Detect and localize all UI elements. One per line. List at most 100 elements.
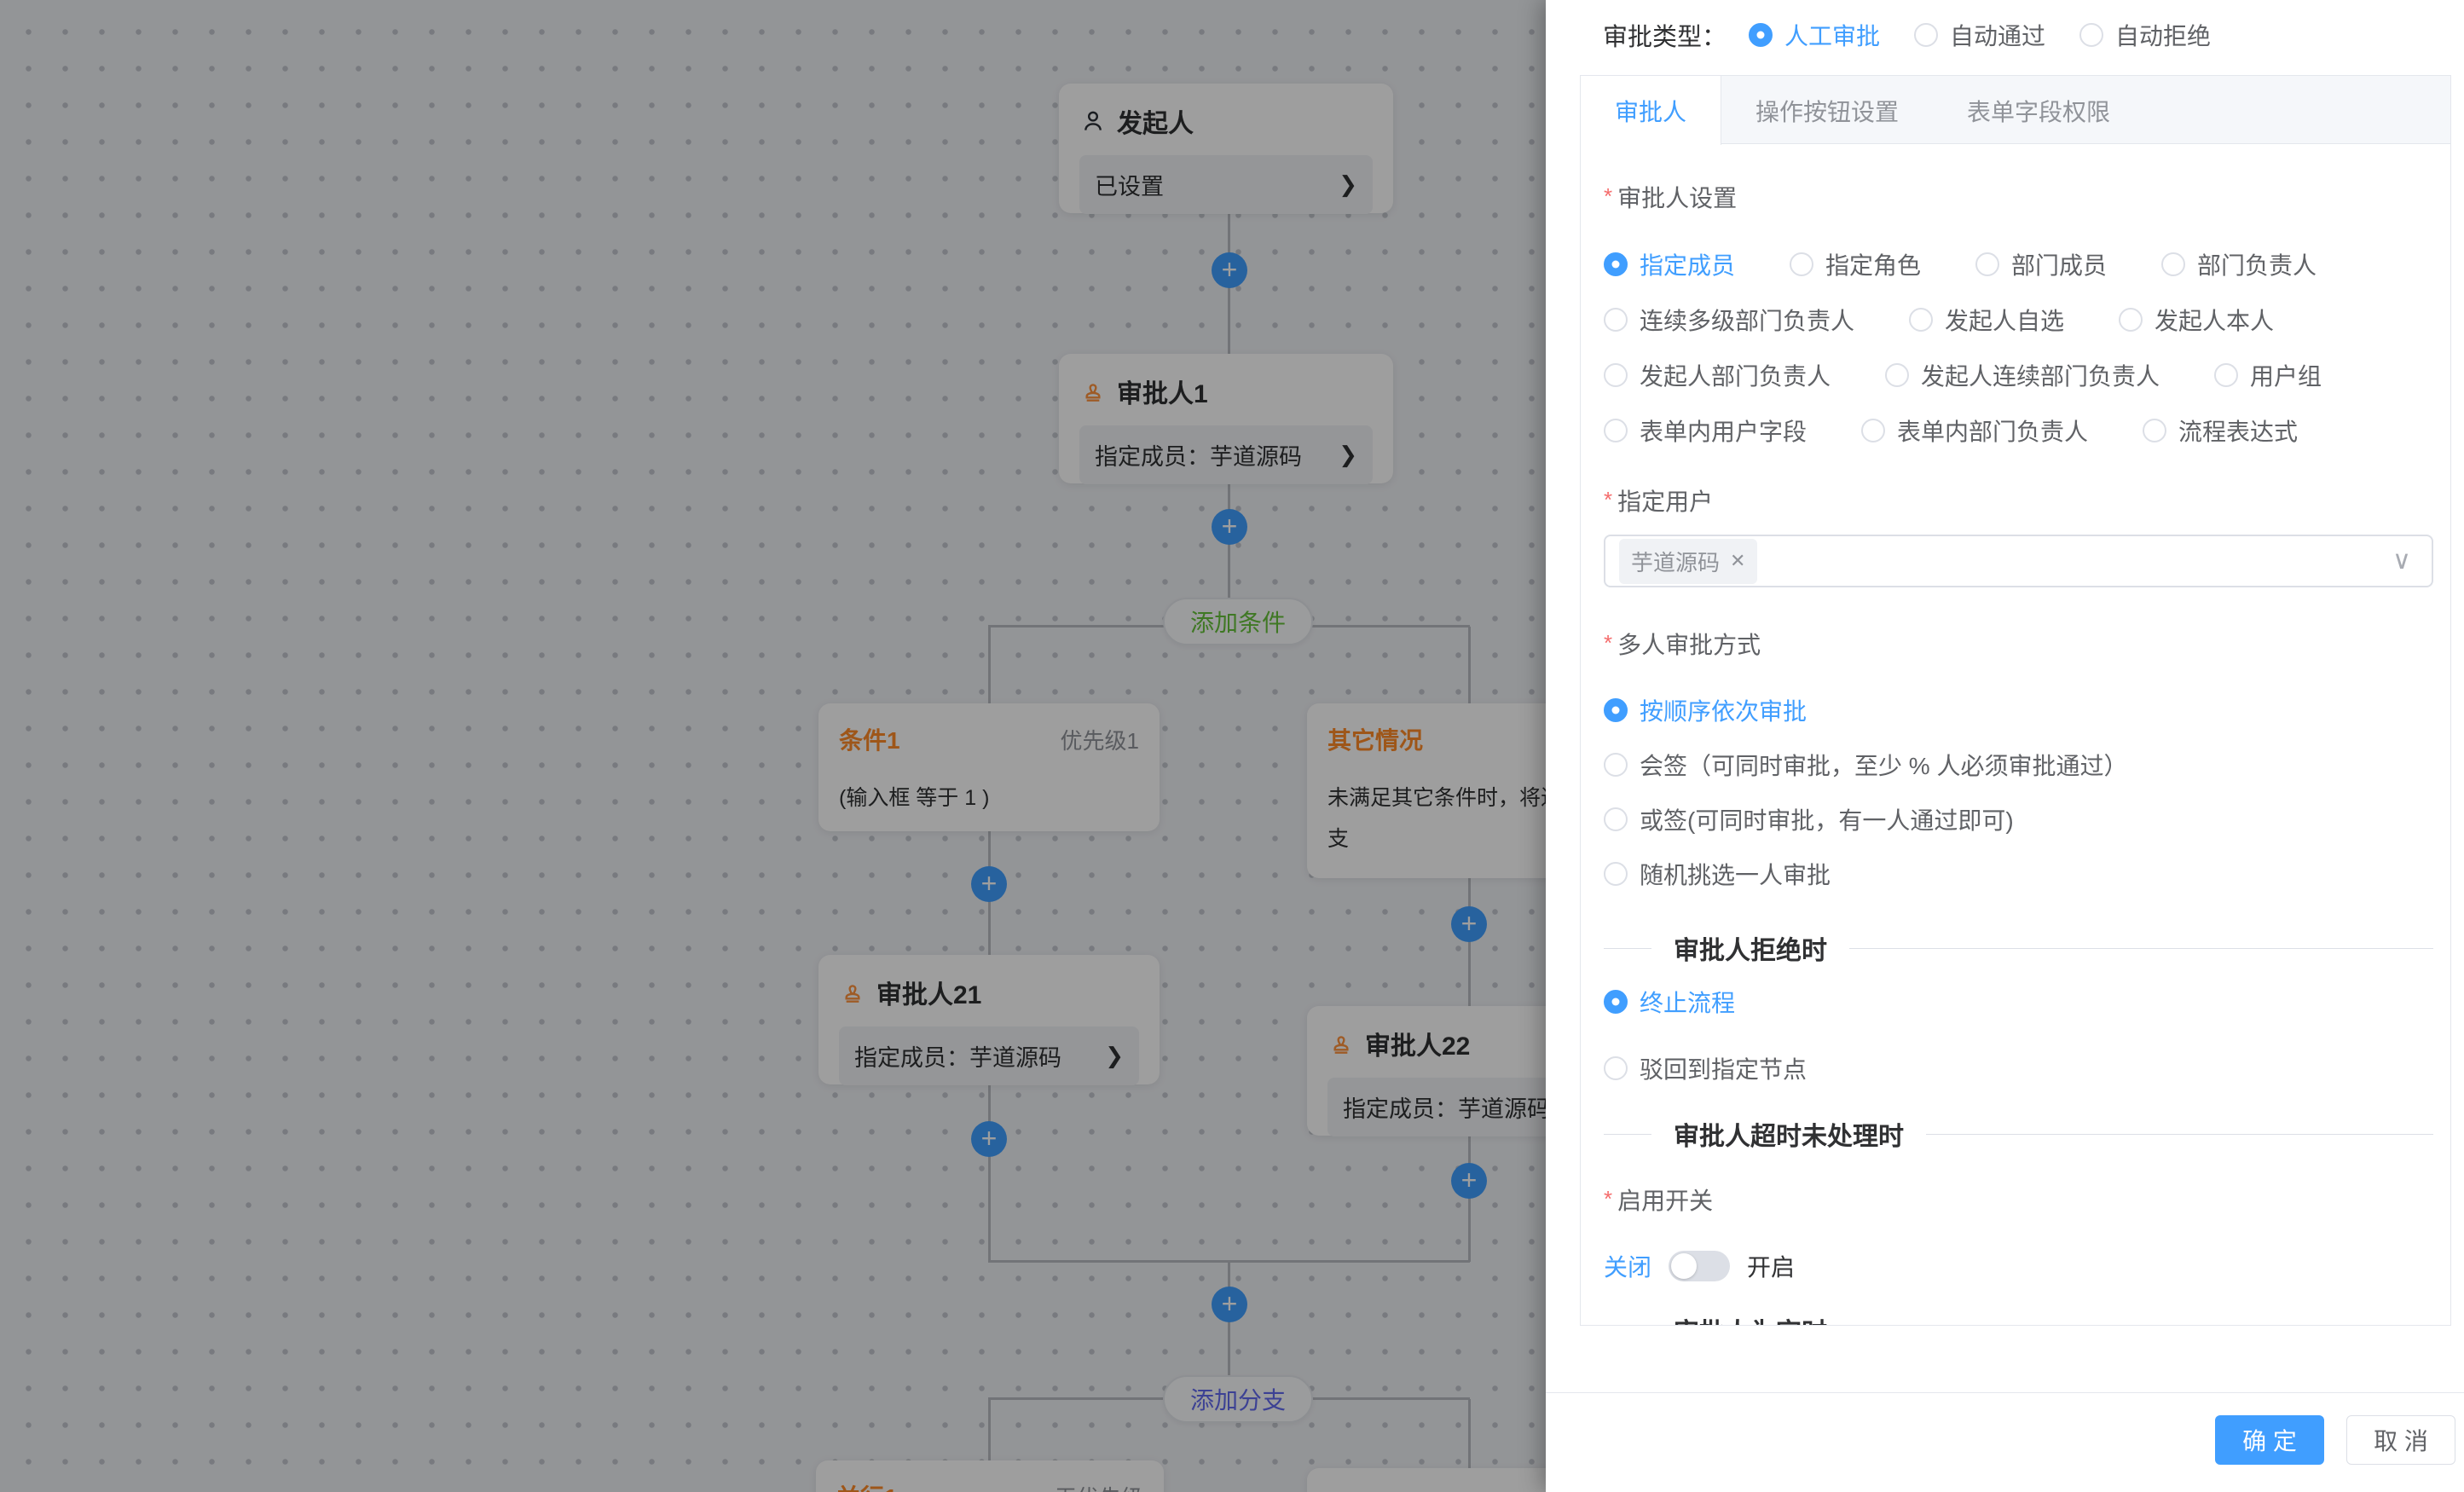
confirm-button[interactable]: 确 定: [2215, 1415, 2324, 1465]
field-label-text: 多人审批方式: [1617, 627, 1761, 661]
tab-approver[interactable]: 审批人: [1581, 76, 1721, 145]
radio-circle: [1604, 252, 1628, 276]
radio-label: 人工审批: [1784, 18, 1880, 52]
radio-dept-leader[interactable]: 部门负责人: [2161, 247, 2317, 281]
required-asterisk: *: [1604, 183, 1612, 210]
radio-row: 连续多级部门负责人 发起人自选 发起人本人: [1604, 292, 2433, 347]
radio-circle: [1604, 990, 1628, 1014]
approver-setting-label: * 审批人设置: [1604, 180, 2433, 214]
radio-circle: [2119, 308, 2143, 332]
multi-approve-label: * 多人审批方式: [1604, 627, 2433, 661]
required-asterisk: *: [1604, 487, 1612, 513]
radio-label: 流程表达式: [2178, 413, 2298, 448]
reject-options: 终止流程 驳回到指定节点: [1604, 974, 2433, 1096]
radio-assign-member[interactable]: 指定成员: [1604, 247, 1735, 281]
radio-label: 随机挑选一人审批: [1640, 857, 1831, 891]
radio-multi-level-dept-leader[interactable]: 连续多级部门负责人: [1604, 303, 1854, 337]
radio-label: 表单内用户字段: [1640, 413, 1807, 448]
close-icon[interactable]: ✕: [1730, 550, 1745, 572]
radio-circle: [1604, 419, 1628, 442]
assigned-user-select[interactable]: 芋道源码 ✕ ∨: [1604, 535, 2433, 587]
radio-circle: [1604, 1056, 1628, 1080]
field-label-text: 审批人设置: [1617, 180, 1737, 214]
radio-circle: [1914, 23, 1938, 47]
user-tag-text: 芋道源码: [1631, 546, 1720, 577]
radio-random-one[interactable]: 随机挑选一人审批: [1604, 847, 2433, 901]
approval-type-row: 审批类型： 人工审批 自动通过 自动拒绝: [1603, 17, 2211, 53]
radio-label: 发起人自选: [1945, 303, 2064, 337]
radio-circle: [1604, 698, 1628, 722]
divider-title: 审批人超时未处理时: [1674, 1115, 1904, 1153]
drawer-footer: 确 定 取 消: [1546, 1392, 2464, 1492]
divider-title: 审批人拒绝时: [1674, 929, 1827, 967]
radio-circle: [2143, 419, 2166, 442]
radio-label: 驳回到指定节点: [1640, 1051, 1807, 1085]
enable-switch-label: * 启用开关: [1604, 1183, 2433, 1217]
radio-label: 发起人本人: [2155, 303, 2274, 337]
reject-section-divider: 审批人拒绝时: [1604, 935, 2433, 961]
approval-type-label: 审批类型：: [1603, 17, 1727, 53]
radio-circle: [1604, 363, 1628, 387]
radio-label: 连续多级部门负责人: [1640, 303, 1854, 337]
radio-countersign[interactable]: 会签（可同时审批，至少 % 人必须审批通过）: [1604, 737, 2433, 792]
tab-approver-content: * 审批人设置 指定成员 指定角色 部门成员 部门负责人 连续多级部门负责人 发…: [1581, 144, 2450, 1325]
config-tabs: 审批人 操作按钮设置 表单字段权限 * 审批人设置 指定成员 指定角色 部门成员…: [1580, 75, 2451, 1326]
radio-row: 指定成员 指定角色 部门成员 部门负责人: [1604, 236, 2433, 292]
switch-off-text: 关闭: [1604, 1249, 1651, 1283]
switch-on-text: 开启: [1747, 1249, 1795, 1283]
radio-label: 终止流程: [1640, 985, 1735, 1019]
radio-auto-reject[interactable]: 自动拒绝: [2079, 18, 2211, 52]
tab-form-field-permissions[interactable]: 表单字段权限: [1933, 76, 2144, 145]
empty-approver-divider: 审批人为空时: [1604, 1317, 2433, 1325]
radio-auto-approve[interactable]: 自动通过: [1914, 18, 2045, 52]
radio-label: 部门负责人: [2197, 247, 2317, 281]
divider-line: [1604, 948, 1651, 949]
radio-label: 表单内部门负责人: [1897, 413, 2088, 448]
required-asterisk: *: [1604, 1186, 1612, 1212]
approver-config-drawer: 审批类型： 人工审批 自动通过 自动拒绝 审批人 操作按钮设置 表单字段权限: [1546, 0, 2464, 1492]
radio-assign-role[interactable]: 指定角色: [1790, 247, 1921, 281]
radio-form-dept-leader[interactable]: 表单内部门负责人: [1861, 413, 2088, 448]
radio-label: 指定角色: [1825, 247, 1921, 281]
radio-form-user-field[interactable]: 表单内用户字段: [1604, 413, 1807, 448]
radio-label: 指定成员: [1640, 247, 1735, 281]
radio-dept-member[interactable]: 部门成员: [1975, 247, 2107, 281]
user-tag: 芋道源码 ✕: [1619, 539, 1757, 584]
tab-button-settings[interactable]: 操作按钮设置: [1721, 76, 1933, 145]
radio-starter-consecutive-dept-leader[interactable]: 发起人连续部门负责人: [1885, 358, 2160, 392]
field-label-text: 指定用户: [1617, 483, 1713, 518]
radio-circle: [1861, 419, 1885, 442]
cancel-button[interactable]: 取 消: [2346, 1415, 2455, 1465]
workflow-designer: 发起人 已设置 ❯ + 审批人1 指定成员：芋道源码 ❯ +: [0, 0, 2464, 1492]
multi-approve-options: 按顺序依次审批 会签（可同时审批，至少 % 人必须审批通过） 或签(可同时审批，…: [1604, 683, 2433, 901]
radio-process-expression[interactable]: 流程表达式: [2143, 413, 2298, 448]
radio-user-group[interactable]: 用户组: [2214, 358, 2322, 392]
radio-terminate-process[interactable]: 终止流程: [1604, 974, 2433, 1029]
tabs-header: 审批人 操作按钮设置 表单字段权限: [1581, 76, 2450, 144]
divider-title: 审批人为空时: [1674, 1311, 1827, 1325]
radio-label: 发起人部门负责人: [1640, 358, 1831, 392]
radio-or-sign[interactable]: 或签(可同时审批，有一人通过即可): [1604, 792, 2433, 847]
approver-setting-options: 指定成员 指定角色 部门成员 部门负责人 连续多级部门负责人 发起人自选 发起人…: [1604, 236, 2433, 458]
radio-manual-approval[interactable]: 人工审批: [1749, 18, 1880, 52]
radio-circle: [1975, 252, 1999, 276]
radio-circle: [1604, 308, 1628, 332]
radio-label: 或签(可同时审批，有一人通过即可): [1640, 802, 2014, 836]
divider-line: [1604, 1134, 1651, 1135]
radio-circle: [1749, 23, 1773, 47]
timeout-section-divider: 审批人超时未处理时: [1604, 1121, 2433, 1147]
radio-starter-self-select[interactable]: 发起人自选: [1909, 303, 2064, 337]
toggle-knob: [1671, 1253, 1697, 1279]
radio-circle: [1604, 862, 1628, 886]
radio-starter-dept-leader[interactable]: 发起人部门负责人: [1604, 358, 1831, 392]
radio-circle: [1909, 308, 1933, 332]
radio-starter-self[interactable]: 发起人本人: [2119, 303, 2274, 337]
radio-label: 用户组: [2250, 358, 2322, 392]
radio-circle: [1885, 363, 1909, 387]
divider-line: [1926, 1134, 2433, 1135]
radio-label: 会签（可同时审批，至少 % 人必须审批通过）: [1640, 748, 2127, 782]
enable-toggle[interactable]: [1669, 1251, 1730, 1281]
radio-label: 部门成员: [2011, 247, 2107, 281]
radio-sequential-approval[interactable]: 按顺序依次审批: [1604, 683, 2433, 737]
radio-return-to-node[interactable]: 驳回到指定节点: [1604, 1041, 2433, 1096]
